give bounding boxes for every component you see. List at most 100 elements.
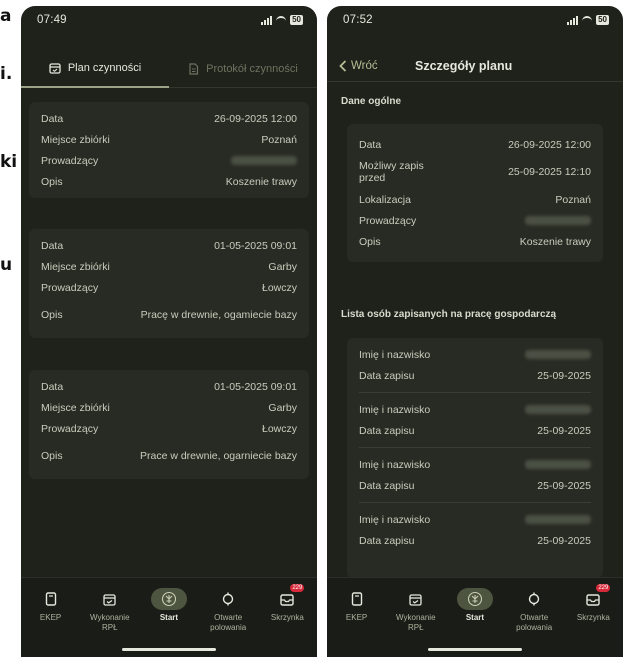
home-indicator: [428, 648, 522, 651]
row-label: Imię i nazwisko: [359, 513, 431, 526]
row-value: Garby: [268, 260, 297, 273]
row-label: Prowadzący: [41, 154, 99, 167]
row-value: 01-05-2025 09:01: [214, 239, 297, 252]
nav-label: Otwarte polowania: [210, 613, 247, 632]
plan-card[interactable]: Data 01-05-2025 09:01 Miejsce zbiórki Garb…: [29, 370, 309, 479]
calendar-check-icon: [103, 593, 116, 606]
edge-fragment: ki: [0, 152, 18, 172]
row-value: 25-09-2025 12:10: [508, 166, 591, 178]
row-value: 25-09-2025: [537, 424, 591, 437]
row-value: 01-05-2025 09:01: [214, 380, 297, 393]
list-item: Imię i nazwisko Data zapisu 25-09-2025: [359, 509, 591, 551]
row-label: Imię i nazwisko: [359, 403, 431, 416]
book-icon: [351, 592, 362, 606]
wifi-icon: [582, 16, 593, 24]
row-value: Poznań: [261, 133, 297, 146]
nav-label: EKEP: [39, 613, 62, 622]
redacted-name: [525, 460, 591, 469]
section-title-list: Lista osób zapisanych na pracę gospodarc…: [341, 309, 557, 320]
tab-protocol[interactable]: Protokół czynności: [169, 50, 317, 88]
nav-label: Start: [159, 613, 179, 622]
calendar-check-icon: [409, 593, 422, 606]
row-label: Miejsce zbiórki: [41, 133, 110, 146]
list-item: Imię i nazwisko Data zapisu 25-09-2025: [359, 399, 591, 441]
nav-skrzynka[interactable]: 229 Skrzynka: [259, 584, 315, 633]
tab-protocol-label: Protokół czynności: [206, 62, 298, 75]
status-icons: 50: [567, 15, 609, 25]
nav-label: EKEP: [345, 613, 368, 622]
nav-rpl[interactable]: Wykonanie RPŁ: [388, 588, 444, 633]
row-label: Opis: [41, 450, 63, 462]
status-time: 07:49: [37, 14, 67, 26]
edge-fragment: i.: [0, 64, 13, 84]
nav-skrzynka[interactable]: 229 Skrzynka: [565, 584, 621, 633]
plan-card[interactable]: Data 26-09-2025 12:00 Miejsce zbiórki Pozn…: [29, 102, 309, 198]
row-label: Data zapisu: [359, 479, 415, 492]
crosshair-icon: [528, 592, 540, 606]
edge-fragment: u: [0, 255, 13, 275]
row-label: Prowadzący: [359, 214, 417, 227]
nav-polowania[interactable]: Otwarte polowania: [506, 588, 562, 633]
row-value: Łowczy: [261, 281, 297, 294]
battery-icon: 50: [596, 15, 609, 25]
nav-label: Skrzynka: [576, 613, 610, 622]
enrolled-list-card: Imię i nazwisko Data zapisu 25-09-2025 Im…: [347, 338, 603, 578]
list-item: Imię i nazwisko Data zapisu 25-09-2025: [359, 454, 591, 496]
redacted-name: [525, 216, 591, 225]
status-bar: 07:52 50: [327, 6, 623, 34]
row-label: Data: [41, 380, 64, 393]
nav-start[interactable]: Start: [141, 588, 197, 633]
document-icon: [189, 62, 199, 75]
row-label: Miejsce zbiórki: [41, 401, 110, 414]
battery-icon: 50: [290, 15, 303, 25]
list-item: Imię i nazwisko Data zapisu 25-09-2025: [359, 344, 591, 386]
nav-label: Wykonanie RPŁ: [396, 613, 436, 632]
signal-icon: [261, 15, 273, 25]
row-label: Opis: [359, 235, 381, 248]
row-value: Pracę w drewnie, ogamiecie bazy: [140, 309, 297, 321]
row-label: Lokalizacja: [359, 193, 411, 206]
left-phone-screen: 07:49 50 Plan czynności Protokół czynnoś…: [21, 6, 317, 657]
nav-polowania[interactable]: Otwarte polowania: [200, 588, 256, 633]
row-label: Opis: [41, 309, 63, 321]
tab-bar: Plan czynności Protokół czynności: [21, 50, 317, 88]
back-button[interactable]: Wróć: [327, 60, 415, 72]
row-label: Możliwy zapis przed: [359, 160, 424, 184]
nav-ekep[interactable]: EKEP: [329, 588, 385, 633]
row-value: 26-09-2025 12:00: [508, 138, 591, 151]
screenshot: a i. ki u 07:49 50 Plan czynności Protok…: [0, 0, 629, 657]
nav-rpl[interactable]: Wykonanie RPŁ: [82, 588, 138, 633]
deer-emblem-icon: [467, 591, 483, 607]
plan-card[interactable]: Data 01-05-2025 09:01 Miejsce zbiórki Garb…: [29, 229, 309, 338]
page-title: Szczegóły planu: [415, 58, 513, 73]
divider: [359, 502, 591, 503]
row-value: Koszenie trawy: [519, 235, 591, 248]
divider: [359, 447, 591, 448]
edge-fragment: a: [0, 6, 12, 26]
nav-label: Skrzynka: [270, 613, 304, 622]
signal-icon: [567, 15, 579, 25]
row-label: Prowadzący: [41, 422, 99, 435]
row-label: Data zapisu: [359, 369, 415, 382]
book-icon: [45, 592, 56, 606]
row-value: Garby: [268, 401, 297, 414]
row-value: 25-09-2025: [537, 369, 591, 382]
row-label: Imię i nazwisko: [359, 458, 431, 471]
nav-ekep[interactable]: EKEP: [23, 588, 79, 633]
general-details-card: Data 26-09-2025 12:00 Możliwy zapis przed…: [347, 124, 603, 262]
redacted-name: [231, 156, 297, 165]
row-value: Prace w drewnie, ogarniecie bazy: [140, 450, 297, 462]
row-value: 26-09-2025 12:00: [214, 112, 297, 125]
section-title-general: Dane ogólne: [341, 96, 402, 107]
redacted-name: [525, 515, 591, 524]
tab-plan[interactable]: Plan czynności: [21, 50, 169, 88]
status-time: 07:52: [343, 14, 373, 26]
status-bar: 07:49 50: [21, 6, 317, 34]
row-value: Łowczy: [261, 422, 297, 435]
back-label: Wróć: [351, 59, 378, 72]
nav-start[interactable]: Start: [447, 588, 503, 633]
row-value: Koszenie trawy: [225, 175, 297, 188]
right-phone-screen: 07:52 50 Wróć Szczegóły planu Dane ogóln…: [327, 6, 623, 657]
row-value: 25-09-2025: [537, 534, 591, 547]
row-label: Data zapisu: [359, 534, 415, 547]
